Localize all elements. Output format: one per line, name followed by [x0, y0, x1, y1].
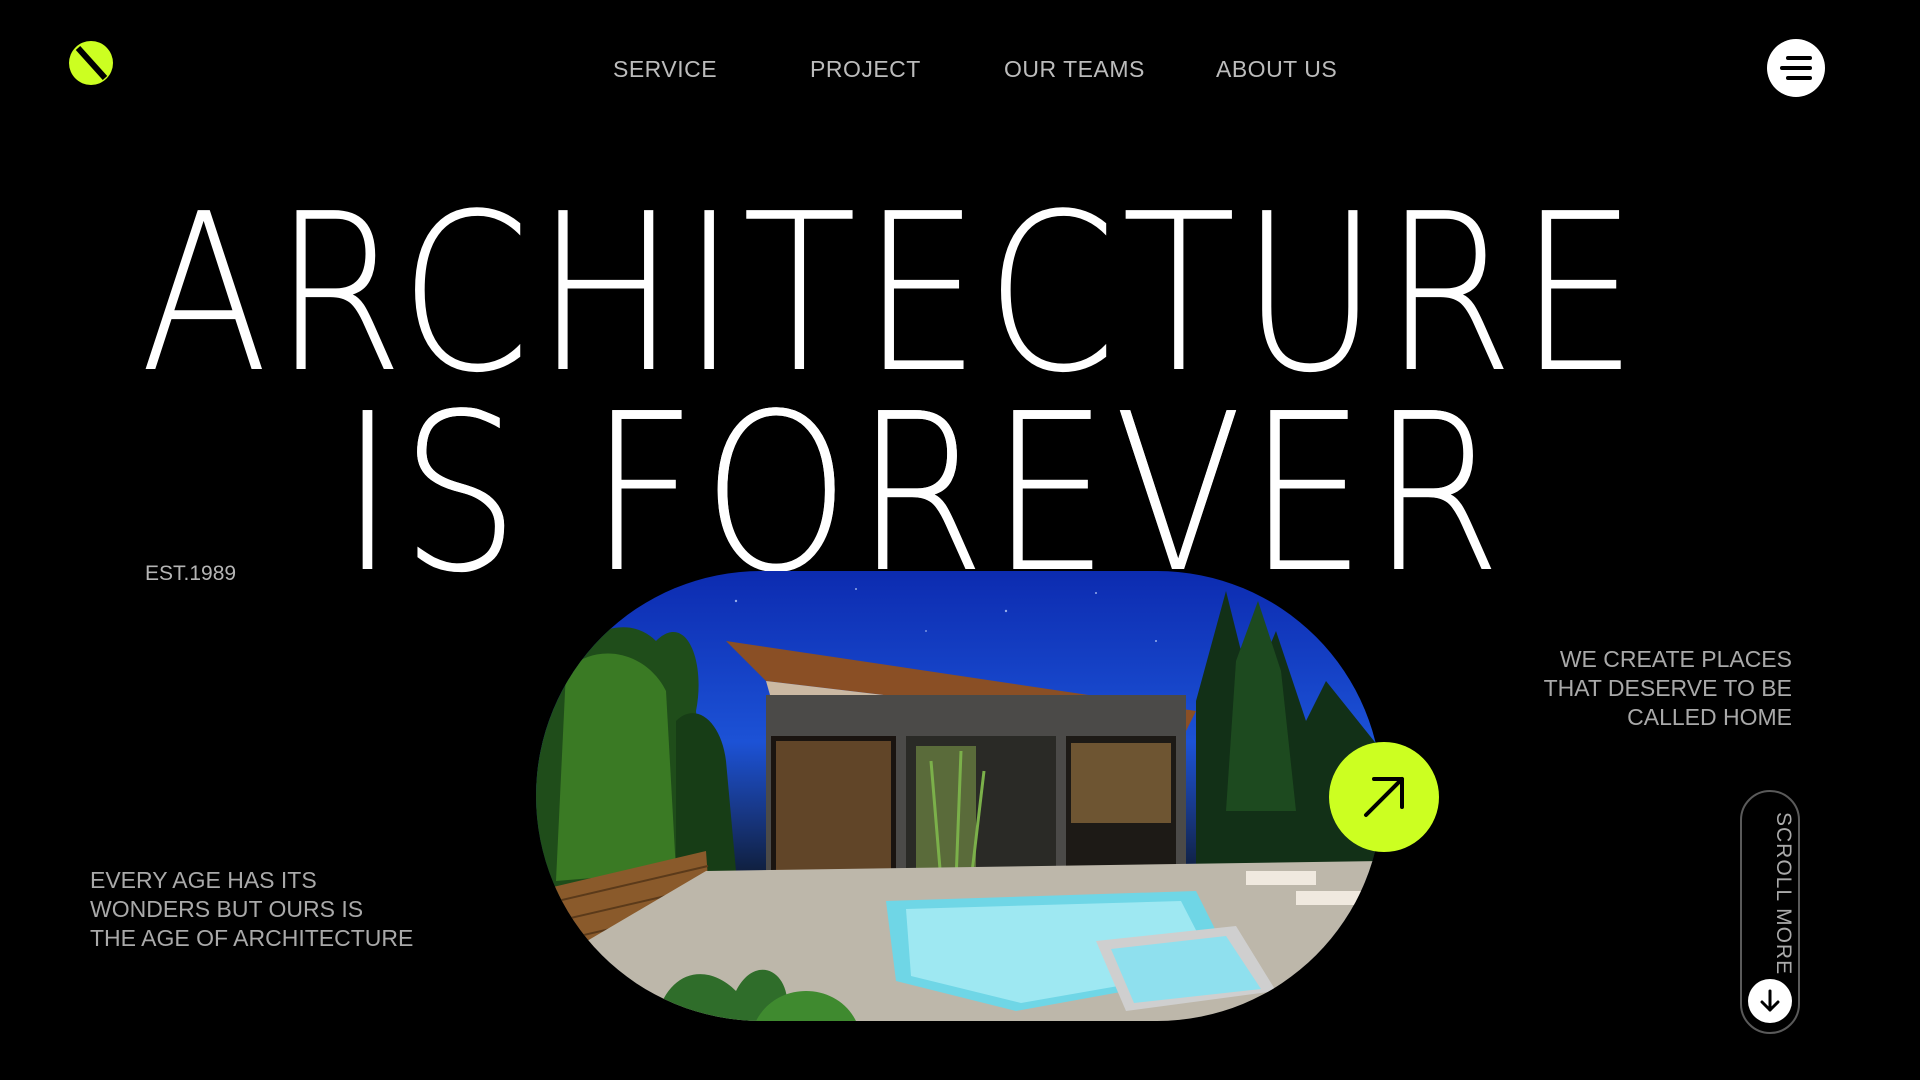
landing-page: SERVICE PROJECT OUR TEAMS ABOUT US ARCHI… — [0, 0, 1920, 1080]
nav-item-service[interactable]: SERVICE — [613, 56, 717, 83]
arrow-up-right-icon — [1364, 777, 1404, 817]
tagline-right: WE CREATE PLACES THAT DESERVE TO BE CALL… — [1543, 646, 1792, 730]
nav-item-our-teams[interactable]: OUR TEAMS — [1004, 56, 1145, 83]
main-nav: SERVICE PROJECT OUR TEAMS ABOUT US — [0, 56, 1920, 88]
arrow-down-icon — [1760, 989, 1780, 1012]
scroll-down-button[interactable] — [1748, 979, 1792, 1023]
house-illustration — [536, 588, 1382, 1021]
menu-button[interactable] — [1767, 39, 1825, 97]
headline-line-2: IS FOREVER — [340, 368, 1507, 621]
nav-item-project[interactable]: PROJECT — [810, 56, 921, 83]
hero-image — [536, 571, 1382, 1021]
tagline-left: EVERY AGE HAS ITS WONDERS BUT OURS IS TH… — [90, 867, 414, 951]
nav-item-about-us[interactable]: ABOUT US — [1216, 56, 1337, 83]
headline-line-1: ARCHITECTURE — [140, 168, 1643, 421]
hamburger-menu-icon — [1780, 56, 1812, 80]
scroll-more-label: SCROLL MORE — [1772, 812, 1795, 976]
established-label: EST.1989 — [145, 562, 237, 585]
view-project-button[interactable] — [1329, 742, 1439, 852]
